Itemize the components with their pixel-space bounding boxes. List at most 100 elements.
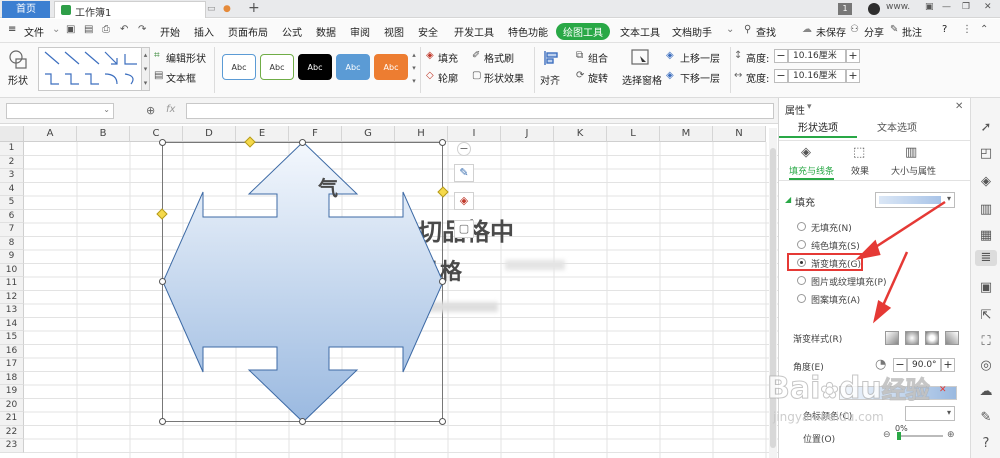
line-style-gallery[interactable] bbox=[38, 47, 142, 91]
gradient-style-linear[interactable] bbox=[885, 331, 899, 345]
height-decrease-button[interactable]: − bbox=[774, 49, 788, 63]
shape-style-4[interactable]: Abc bbox=[336, 54, 370, 80]
style-icon[interactable]: ◈ bbox=[978, 174, 994, 190]
screen-icon[interactable]: ▭ bbox=[207, 4, 216, 14]
height-input[interactable]: 10.16厘米 bbox=[788, 49, 846, 63]
menu-item-home[interactable]: 开始 bbox=[160, 24, 180, 39]
row-header-9[interactable]: 9 bbox=[0, 250, 24, 264]
search-button[interactable]: 查找 bbox=[756, 24, 776, 39]
position-decrease-icon[interactable]: ⊖ bbox=[883, 430, 891, 440]
row-header-12[interactable]: 12 bbox=[0, 290, 24, 304]
resize-handle-tr[interactable] bbox=[439, 139, 446, 146]
row-header-21[interactable]: 21 bbox=[0, 412, 24, 426]
selection-pane-button[interactable]: 选择窗格 bbox=[622, 72, 662, 87]
redo-icon[interactable]: ↷ bbox=[138, 24, 146, 35]
new-tab-button[interactable]: + bbox=[248, 0, 260, 16]
column-header-e[interactable]: E bbox=[236, 126, 289, 142]
column-header-m[interactable]: M bbox=[660, 126, 713, 142]
row-header-1[interactable]: 1 bbox=[0, 142, 24, 156]
column-header-a[interactable]: A bbox=[24, 126, 77, 142]
menu-item-insert[interactable]: 插入 bbox=[194, 24, 214, 39]
image-icon[interactable]: ▣ bbox=[978, 280, 994, 296]
position-increase-icon[interactable]: ⊕ bbox=[947, 430, 955, 440]
shape-icon[interactable] bbox=[8, 49, 28, 71]
fill-float-icon[interactable]: ◈ bbox=[454, 192, 474, 210]
properties-icon[interactable]: ≣ bbox=[975, 250, 997, 266]
column-header-j[interactable]: J bbox=[501, 126, 554, 142]
shapes-icon[interactable]: ◰ bbox=[978, 146, 994, 162]
document-tab[interactable]: 工作簿1 ▭ ● bbox=[54, 1, 231, 19]
row-header-15[interactable]: 15 bbox=[0, 331, 24, 345]
menu-item-review[interactable]: 审阅 bbox=[350, 24, 370, 39]
menu-item-text-tools[interactable]: 文本工具 bbox=[620, 24, 660, 39]
textbox-button[interactable]: 文本框 bbox=[166, 70, 196, 85]
stop-color-dropdown[interactable]: ▾ bbox=[905, 406, 955, 421]
menu-item-features[interactable]: 特色功能 bbox=[508, 24, 548, 39]
shape-button[interactable]: 形状 bbox=[8, 72, 28, 87]
row-header-19[interactable]: 19 bbox=[0, 385, 24, 399]
row-header-8[interactable]: 8 bbox=[0, 236, 24, 250]
line-style-icon[interactable]: ✎ bbox=[454, 164, 474, 182]
fill-button[interactable]: 填充 bbox=[438, 50, 458, 65]
position-slider[interactable] bbox=[897, 432, 943, 440]
row-header-23[interactable]: 23 bbox=[0, 439, 24, 453]
gradient-style-rect[interactable] bbox=[925, 331, 939, 345]
height-increase-button[interactable]: + bbox=[846, 49, 860, 63]
resize-handle-br[interactable] bbox=[439, 418, 446, 425]
folder-icon[interactable]: ▤ bbox=[84, 24, 93, 35]
resize-handle-l[interactable] bbox=[159, 278, 166, 285]
layout-float-icon[interactable]: ▢ bbox=[454, 220, 474, 238]
gradient-style-radial[interactable] bbox=[905, 331, 919, 345]
delete-stop-icon[interactable]: ✕ bbox=[939, 385, 947, 395]
resize-handle-t[interactable] bbox=[299, 139, 306, 146]
chevron-down-icon[interactable]: ⌄ bbox=[726, 24, 734, 35]
panel-scrollbar[interactable] bbox=[769, 128, 777, 458]
outline-button[interactable]: 轮廓 bbox=[438, 70, 458, 85]
menu-item-doc-assistant[interactable]: 文档助手 bbox=[672, 24, 712, 39]
angle-increase-button[interactable]: + bbox=[941, 358, 955, 372]
picture-icon[interactable]: ⛶ bbox=[978, 334, 994, 350]
close-icon[interactable]: ✕ bbox=[984, 2, 992, 12]
column-header-c[interactable]: C bbox=[130, 126, 183, 142]
print-icon[interactable]: ⎙ bbox=[102, 24, 110, 35]
name-box[interactable]: ⌄ bbox=[6, 103, 114, 119]
menu-item-page-layout[interactable]: 页面布局 bbox=[228, 24, 268, 39]
width-input[interactable]: 10.16厘米 bbox=[788, 69, 846, 83]
row-header-4[interactable]: 4 bbox=[0, 182, 24, 196]
column-header-d[interactable]: D bbox=[183, 126, 236, 142]
share-panel-icon[interactable]: ⇱ bbox=[978, 308, 994, 324]
row-header-22[interactable]: 22 bbox=[0, 425, 24, 439]
send-backward-button[interactable]: 下移一层 bbox=[680, 70, 720, 85]
chevron-down-icon[interactable]: ⌄ bbox=[103, 105, 110, 114]
comment-button[interactable]: 批注 bbox=[902, 24, 922, 39]
row-header-20[interactable]: 20 bbox=[0, 398, 24, 412]
bring-forward-button[interactable]: 上移一层 bbox=[680, 50, 720, 65]
select-all-corner[interactable] bbox=[0, 126, 24, 142]
backup-icon[interactable]: ☁ bbox=[978, 384, 994, 400]
row-header-10[interactable]: 10 bbox=[0, 263, 24, 277]
row-header-14[interactable]: 14 bbox=[0, 317, 24, 331]
gradient-style-path[interactable] bbox=[945, 331, 959, 345]
user-avatar[interactable] bbox=[868, 3, 880, 15]
zoom-icon[interactable]: ⊕ bbox=[146, 104, 155, 117]
shape-style-2[interactable]: Abc bbox=[260, 54, 294, 80]
formula-input[interactable] bbox=[186, 103, 774, 119]
width-increase-button[interactable]: + bbox=[846, 69, 860, 83]
resize-handle-bl[interactable] bbox=[159, 418, 166, 425]
row-header-6[interactable]: 6 bbox=[0, 209, 24, 223]
column-header-l[interactable]: L bbox=[607, 126, 660, 142]
selection-pane-icon[interactable] bbox=[630, 48, 650, 68]
menu-item-view[interactable]: 视图 bbox=[384, 24, 404, 39]
more-icon[interactable]: ⋮ bbox=[962, 24, 972, 35]
row-header-16[interactable]: 16 bbox=[0, 344, 24, 358]
fx-icon[interactable]: fx bbox=[166, 104, 175, 115]
shape-style-5[interactable]: Abc bbox=[374, 54, 408, 80]
collapse-float-button[interactable]: − bbox=[457, 142, 471, 156]
column-header-k[interactable]: K bbox=[554, 126, 607, 142]
row-header-17[interactable]: 17 bbox=[0, 358, 24, 372]
unsaved-button[interactable]: 未保存 bbox=[816, 24, 846, 39]
chevron-down-icon[interactable]: ⌄ bbox=[52, 24, 60, 35]
collapse-ribbon-icon[interactable]: ⌃ bbox=[980, 24, 988, 35]
help-circle-icon[interactable]: ? bbox=[978, 436, 994, 452]
edit-icon[interactable]: ✎ bbox=[978, 410, 994, 426]
